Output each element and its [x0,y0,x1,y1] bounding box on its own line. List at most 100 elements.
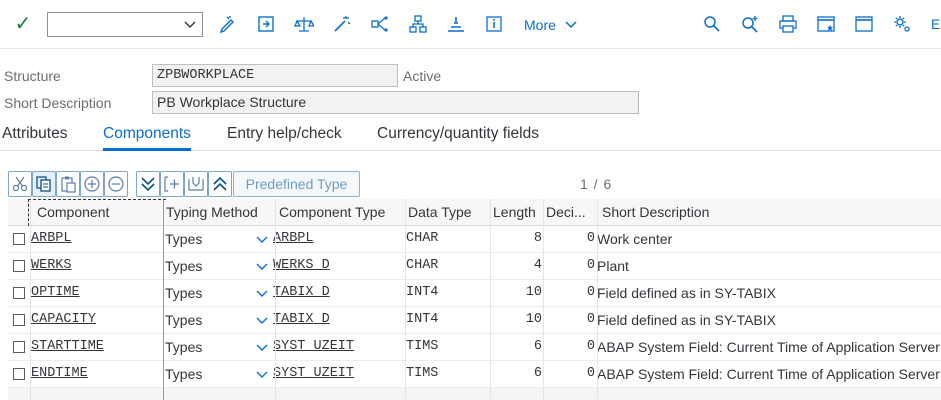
typing-method-cell[interactable]: Types [165,226,253,252]
row-select-checkbox[interactable] [13,260,25,272]
short-description-cell[interactable]: ABAP System Field: Current Time of Appli… [597,361,941,387]
row-select-checkbox[interactable] [13,368,25,380]
tab-currency-quantity-fields[interactable]: Currency/quantity fields [377,125,539,151]
more-menu-button[interactable]: More [524,16,577,34]
copy-button[interactable] [32,171,56,197]
decimals-cell[interactable]: 0 [544,226,595,252]
typing-method-cell[interactable]: Types [165,280,253,306]
row-select-checkbox[interactable] [13,341,25,353]
hierarchy-icon[interactable] [408,14,428,34]
length-cell[interactable]: 8 [491,226,542,252]
row-select-checkbox[interactable] [13,314,25,326]
search-icon[interactable] [702,14,722,34]
short-description-field[interactable]: PB Workplace Structure [152,91,639,114]
insert-include-button[interactable] [160,171,184,197]
short-description-cell[interactable]: Field defined as in SY-TABIX [597,307,941,333]
table-row[interactable]: STARTTIME Types SYST_UZEIT TIMS 6 0 ABAP Syste… [8,334,941,361]
tab-attributes[interactable]: Attributes [2,125,67,151]
chevron-down-icon[interactable] [255,232,269,246]
column-header-short-description[interactable]: Short Description [600,199,940,226]
data-type-cell[interactable]: CHAR [406,226,488,252]
short-description-cell[interactable]: Field defined as in SY-TABIX [597,280,941,306]
table-row[interactable]: WERKS Types WERKS_D CHAR 4 0 Plant [8,253,941,280]
delete-row-button[interactable] [104,171,128,197]
expand-include-button[interactable] [184,171,208,197]
column-header-component-type[interactable]: Component Type [277,199,405,226]
typing-method-cell[interactable]: Types [165,361,253,387]
decimals-cell[interactable]: 0 [544,280,595,306]
print-icon[interactable] [778,14,798,34]
short-description-cell[interactable]: Plant [597,253,941,279]
component-cell[interactable]: ENDTIME [31,361,161,387]
display-object-list-icon[interactable] [446,14,466,34]
table-row[interactable]: ENDTIME Types SYST_UZEIT TIMS 6 0 ABAP System … [8,361,941,388]
typing-method-cell[interactable]: Types [165,307,253,333]
chevron-down-icon[interactable] [255,367,269,381]
row-select-checkbox[interactable] [13,233,25,245]
chevron-down-icon[interactable] [255,340,269,354]
scroll-to-top-button[interactable] [208,171,232,197]
component-cell[interactable]: CAPACITY [31,307,161,333]
data-type-cell[interactable]: TIMS [406,334,488,360]
column-header-decimals[interactable]: Deci... [544,199,596,226]
component-cell[interactable]: STARTTIME [31,334,161,360]
decimals-cell[interactable]: 0 [544,334,595,360]
row-select-checkbox[interactable] [13,287,25,299]
component-cell[interactable]: WERKS [31,253,161,279]
search-next-icon[interactable] [740,14,760,34]
length-cell[interactable]: 10 [491,280,542,306]
data-type-cell[interactable]: INT4 [406,280,488,306]
decimals-cell[interactable]: 0 [544,307,595,333]
scroll-to-end-button[interactable] [136,171,160,197]
table-row[interactable]: CAPACITY Types TABIX_D INT4 10 0 Field defined… [8,307,941,334]
magic-wand-icon[interactable] [332,14,352,34]
predefined-type-button[interactable]: Predefined Type [233,171,360,197]
tab-components[interactable]: Components [103,125,191,151]
activate-icon[interactable] [256,14,276,34]
length-cell[interactable]: 10 [491,307,542,333]
component-type-cell[interactable]: WERKS_D [273,253,401,279]
insert-row-button[interactable] [80,171,104,197]
typing-method-cell[interactable]: Types [165,253,253,279]
window-icon[interactable] [854,14,874,34]
chevron-down-icon[interactable] [255,286,269,300]
info-icon[interactable] [484,14,504,34]
decimals-cell[interactable]: 0 [544,253,595,279]
structure-field[interactable]: ZPBWORKPLACE [152,64,398,87]
component-type-cell[interactable]: TABIX_D [273,280,401,306]
column-header-data-type[interactable]: Data Type [406,199,490,226]
table-row[interactable]: ARBPL Types ARBPL CHAR 8 0 Work center [8,226,941,253]
component-type-cell[interactable]: SYST_UZEIT [273,361,401,387]
typing-method-cell[interactable]: Types [165,334,253,360]
new-window-icon[interactable] [816,14,836,34]
command-field[interactable] [47,12,203,37]
length-cell[interactable]: 6 [491,361,542,387]
column-header-typing-method[interactable]: Typing Method [164,199,274,226]
length-cell[interactable]: 6 [491,334,542,360]
chevron-down-icon[interactable] [255,313,269,327]
length-cell[interactable]: 4 [491,253,542,279]
exit-button[interactable]: E [931,16,940,32]
confirm-check-icon[interactable]: ✓ [12,12,34,36]
component-cell[interactable]: OPTIME [31,280,161,306]
settings-icon[interactable] [892,14,912,34]
component-type-cell[interactable]: TABIX_D [273,307,401,333]
tab-entry-help-check[interactable]: Entry help/check [227,125,342,151]
decimals-cell[interactable]: 0 [544,361,595,387]
data-type-cell[interactable]: CHAR [406,253,488,279]
where-used-icon[interactable] [370,14,390,34]
short-description-cell[interactable]: Work center [597,226,941,252]
toggle-edit-icon[interactable] [218,14,238,34]
component-type-cell[interactable]: SYST_UZEIT [273,334,401,360]
data-type-cell[interactable]: INT4 [406,307,488,333]
component-cell[interactable]: ARBPL [31,226,161,252]
table-row[interactable]: OPTIME Types TABIX_D INT4 10 0 Field defined a… [8,280,941,307]
data-type-cell[interactable]: TIMS [406,361,488,387]
paste-button[interactable] [56,171,80,197]
check-balance-icon[interactable] [294,14,314,34]
cut-button[interactable] [8,171,32,197]
column-header-length[interactable]: Length [491,199,543,226]
chevron-down-icon[interactable] [255,259,269,273]
component-type-cell[interactable]: ARBPL [273,226,401,252]
short-description-cell[interactable]: ABAP System Field: Current Time of Appli… [597,334,941,360]
